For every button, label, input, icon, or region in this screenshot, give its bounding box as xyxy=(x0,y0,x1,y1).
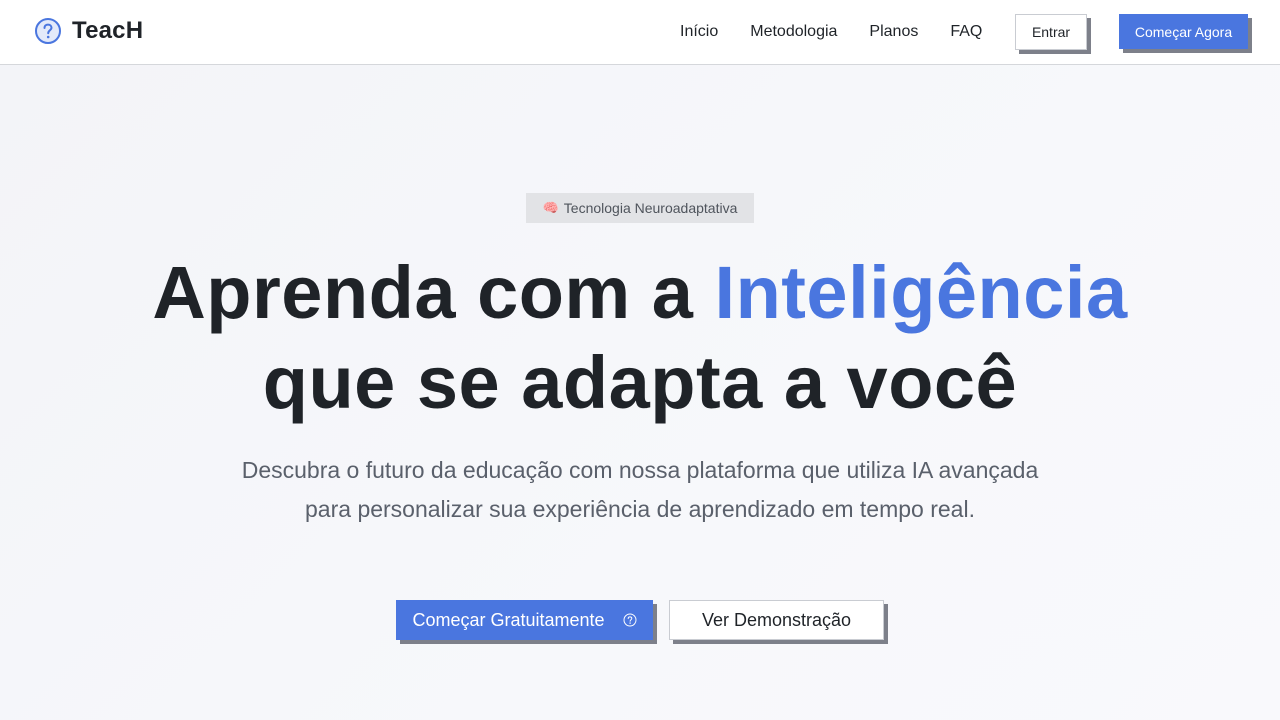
technology-badge: 🧠 Tecnologia Neuroadaptativa xyxy=(526,193,754,223)
headline-part2: que se adapta a você xyxy=(262,341,1018,424)
hero-subtitle: Descubra o futuro da educação com nossa … xyxy=(241,457,1039,522)
start-free-label: Começar Gratuitamente xyxy=(412,609,605,630)
brand-logo[interactable]: TeacH xyxy=(34,17,143,45)
headline-accent: Inteligência xyxy=(714,251,1128,334)
badge-label: Tecnologia Neuroadaptativa xyxy=(563,200,738,216)
brand-name: TeacH xyxy=(72,17,144,44)
headline-part1: Aprenda com a xyxy=(152,251,715,334)
nav-link-inicio[interactable]: Início xyxy=(680,23,718,41)
brain-icon: 🧠 xyxy=(542,200,559,215)
hero-headline: Aprenda com a Inteligência que se adapta… xyxy=(0,248,1280,428)
question-circle-icon xyxy=(623,613,637,627)
nav-link-planos[interactable]: Planos xyxy=(869,23,918,41)
login-button[interactable]: Entrar xyxy=(1015,14,1087,50)
start-now-button[interactable]: Começar Agora xyxy=(1119,14,1248,49)
nav-link-metodologia[interactable]: Metodologia xyxy=(750,23,837,41)
start-free-button[interactable]: Começar Gratuitamente xyxy=(396,600,653,640)
question-circle-icon xyxy=(35,18,61,44)
nav-link-faq[interactable]: FAQ xyxy=(950,23,982,41)
top-navbar: TeacH Início Metodologia Planos FAQ Entr… xyxy=(0,0,1280,65)
main-nav: Início Metodologia Planos FAQ xyxy=(680,0,1014,64)
demo-button[interactable]: Ver Demonstração xyxy=(669,600,884,640)
